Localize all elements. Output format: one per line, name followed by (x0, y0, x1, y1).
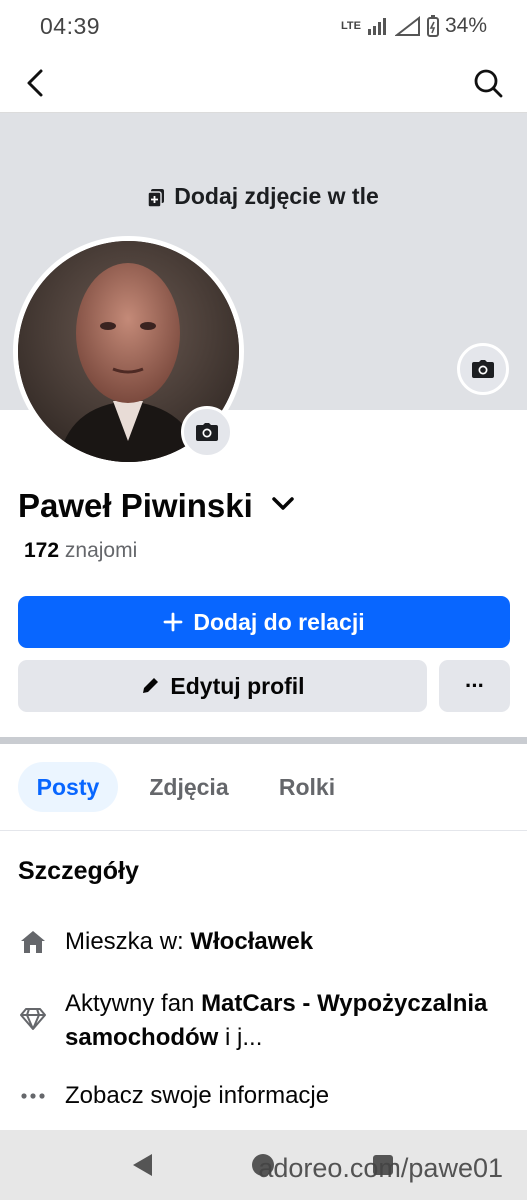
lte-label: LTE (341, 19, 361, 32)
section-divider (0, 737, 527, 744)
avatar-camera-button[interactable] (181, 406, 233, 458)
add-to-story-button[interactable]: Dodaj do relacji (18, 596, 510, 648)
camera-icon (196, 423, 218, 441)
search-icon (474, 69, 503, 98)
friends-count[interactable]: 172 znajomi (24, 539, 137, 563)
battery-percent: 34% (444, 14, 487, 37)
back-button[interactable] (20, 66, 54, 100)
status-indicators: LTE 34% (341, 14, 487, 38)
battery-icon (426, 15, 439, 37)
status-bar: 04:39 LTE 34% (0, 0, 527, 54)
fan-suffix: i j... (218, 1024, 263, 1051)
nav-back-button[interactable] (130, 1152, 156, 1183)
tab-posts-label: Posty (36, 773, 100, 800)
tab-posts[interactable]: Posty (18, 762, 118, 812)
more-options-button[interactable]: ··· (439, 660, 510, 712)
diamond-icon (18, 1004, 48, 1034)
signal-icon (367, 18, 386, 35)
status-time: 04:39 (40, 13, 101, 39)
friends-label: znajomi (64, 539, 138, 562)
add-cover-label: Dodaj zdjęcie w tle (174, 183, 379, 209)
chevron-down-icon (272, 497, 294, 510)
fan-row: Aktywny fan MatCars - Wypożyczalnia samo… (18, 987, 508, 1055)
watermark: adoreo.com/pawe01 (258, 1153, 503, 1183)
add-to-story-label: Dodaj do relacji (193, 608, 365, 635)
details-heading: Szczegóły (18, 857, 139, 885)
see-info-row[interactable]: Zobacz swoje informacje (18, 1079, 329, 1113)
add-photo-icon (147, 186, 165, 213)
tab-photos-label: Zdjęcia (149, 773, 229, 800)
plus-icon (163, 612, 183, 632)
fan-prefix: Aktywny fan (65, 990, 202, 1017)
more-dots-icon: ··· (465, 673, 485, 698)
search-button[interactable] (471, 66, 505, 100)
lives-in-row: Mieszka w: Włocławek (18, 925, 313, 959)
friends-number: 172 (24, 539, 60, 562)
top-nav (0, 54, 527, 113)
pencil-icon (143, 678, 159, 693)
profile-name-button[interactable]: Paweł Piwinski (18, 487, 296, 525)
tabs-divider (0, 830, 527, 831)
see-info-label: Zobacz swoje informacje (65, 1082, 330, 1109)
camera-icon (472, 360, 494, 378)
add-cover-photo-button[interactable]: Dodaj zdjęcie w tle (0, 183, 527, 213)
lives-in-prefix: Mieszka w: (65, 928, 191, 955)
edit-profile-label: Edytuj profil (170, 672, 305, 699)
cover-camera-button[interactable] (457, 343, 509, 395)
tab-reels-label: Rolki (278, 773, 336, 800)
back-arrow-icon (27, 69, 43, 97)
tab-photos[interactable]: Zdjęcia (134, 762, 244, 812)
triangle-back-icon (133, 1154, 152, 1176)
home-icon (18, 927, 48, 957)
signal-empty-icon (394, 16, 420, 36)
lives-in-city[interactable]: Włocławek (190, 928, 313, 955)
profile-name: Paweł Piwinski (18, 487, 253, 524)
edit-profile-button[interactable]: Edytuj profil (18, 660, 427, 712)
tab-reels[interactable]: Rolki (262, 762, 352, 812)
more-dots-icon (18, 1081, 48, 1111)
